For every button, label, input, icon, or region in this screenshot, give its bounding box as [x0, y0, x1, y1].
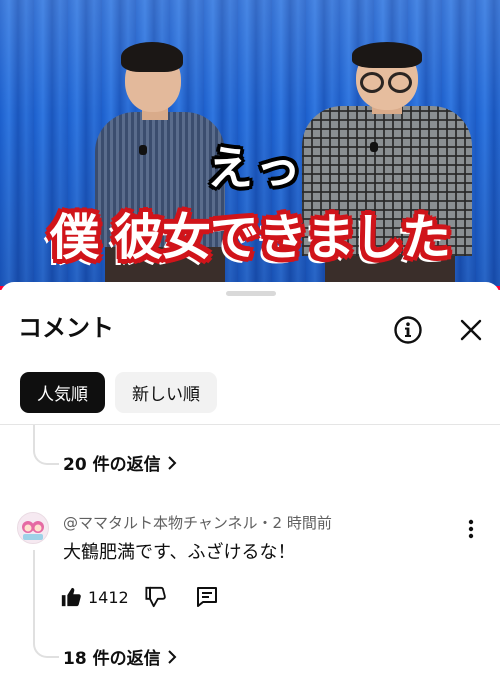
- comment-reply-icon: [196, 587, 217, 607]
- comment-actions: 1412: [60, 583, 219, 611]
- sort-chip-newest[interactable]: 新しい順: [115, 372, 217, 413]
- reply-button[interactable]: [195, 585, 219, 609]
- view-replies-button[interactable]: 20 件の返信: [63, 453, 177, 477]
- thread-line: [33, 550, 35, 640]
- divider: [0, 424, 500, 425]
- video-player[interactable]: えっ 僕 彼女できました: [0, 0, 500, 290]
- like-button[interactable]: 1412: [60, 586, 145, 608]
- view-replies-button[interactable]: 18 件の返信: [63, 647, 177, 671]
- sort-chips: 人気順 新しい順: [20, 372, 217, 413]
- info-icon: [394, 316, 422, 344]
- like-count: 1412: [88, 587, 129, 607]
- glasses-right-lens: [388, 72, 412, 93]
- avatar-image: [18, 513, 48, 543]
- comment-author[interactable]: @ママタルト本物チャンネル・2 時間前: [63, 512, 332, 534]
- sort-chip-top[interactable]: 人気順: [20, 372, 105, 413]
- thread-connector: [33, 638, 59, 658]
- comments-title: コメント: [18, 314, 114, 342]
- lapel-mic: [370, 142, 378, 152]
- glasses-left-lens: [360, 72, 384, 93]
- comments-sheet: コメント 人気順 新しい順 20 件の返信 @ママタルト本物チャンネル・2 時間…: [0, 282, 500, 695]
- thread-line: [33, 425, 35, 447]
- close-button[interactable]: [453, 312, 489, 348]
- replies-count-label: 20 件の返信: [63, 455, 161, 475]
- thumbs-up-icon: [61, 587, 81, 607]
- drag-handle[interactable]: [226, 291, 276, 296]
- info-button[interactable]: [390, 312, 426, 348]
- chevron-right-icon: [167, 453, 177, 477]
- caption-line-2: 僕 彼女できました: [49, 209, 451, 266]
- chevron-right-icon: [167, 647, 177, 671]
- caption-line-1: えっ: [207, 141, 303, 195]
- comment-menu-button[interactable]: [460, 516, 482, 542]
- avatar[interactable]: [17, 512, 49, 544]
- close-icon: [460, 319, 482, 341]
- lapel-mic: [139, 145, 147, 155]
- dislike-button[interactable]: [145, 586, 167, 608]
- comment-text: 大鶴肥満です、ふざけるな！: [63, 542, 296, 563]
- thread-connector: [33, 445, 59, 465]
- more-vert-icon: [468, 519, 474, 539]
- thumbs-down-icon: [145, 586, 166, 608]
- replies-count-label: 18 件の返信: [63, 649, 161, 669]
